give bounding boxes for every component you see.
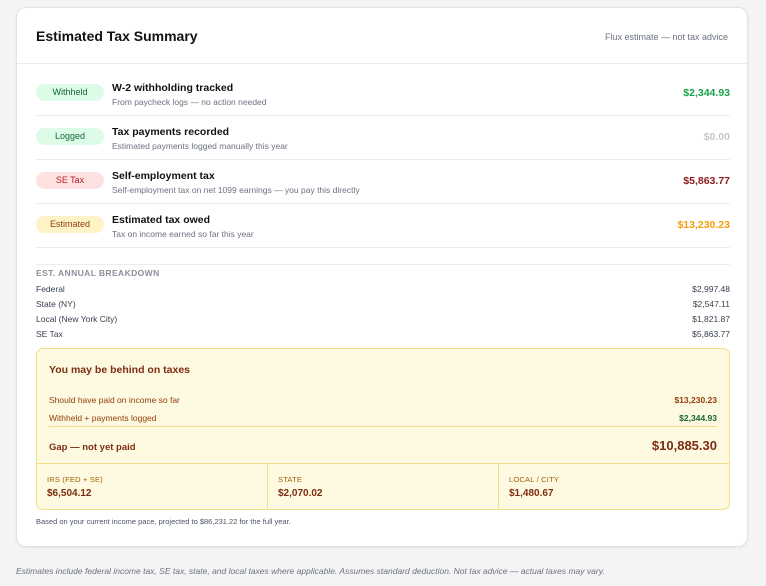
- jurisdiction-amount: $2,070.02: [278, 488, 323, 499]
- breakdown-heading: EST. ANNUAL BREAKDOWN: [36, 268, 160, 278]
- should-have-paid-row: Should have paid on income so far $13,23…: [49, 395, 717, 405]
- breakdown-amount: $2,547.11: [692, 299, 730, 309]
- tax-status-row-logged: Logged Tax payments recorded Estimated p…: [36, 116, 730, 160]
- row-title: W-2 withholding tracked: [112, 82, 234, 94]
- row-subtitle: Self-employment tax on net 1099 earnings…: [112, 185, 360, 195]
- row-subtitle: From paycheck logs — no action needed: [112, 97, 267, 107]
- tax-status-row-withheld: Withheld W-2 withholding tracked From pa…: [36, 72, 730, 116]
- section-divider: [36, 264, 730, 265]
- status-badge: Withheld: [36, 84, 104, 101]
- status-badge: Logged: [36, 128, 104, 145]
- jurisdiction-breakdown: IRS (FED + SE) $6,504.12 STATE $2,070.02…: [37, 463, 729, 510]
- tax-status-row-estimated: Estimated Estimated tax owed Tax on inco…: [36, 204, 730, 248]
- breakdown-amount: $1,821.87: [692, 314, 730, 324]
- tax-status-row-se-tax: SE Tax Self-employment tax Self-employme…: [36, 160, 730, 204]
- jurisdiction-amount: $6,504.12: [47, 488, 92, 499]
- breakdown-amount: $5,863.77: [692, 329, 730, 339]
- row-title: Self-employment tax: [112, 170, 215, 182]
- disclaimer-note: Flux estimate — not tax advice: [604, 32, 728, 42]
- jurisdiction-label: IRS (FED + SE): [47, 475, 103, 484]
- gap-label: Gap — not yet paid: [49, 442, 136, 453]
- withheld-payments-amount: $2,344.93: [679, 413, 717, 423]
- row-amount: $5,863.77: [683, 175, 730, 187]
- footer-disclaimer: Estimates include federal income tax, SE…: [16, 566, 605, 576]
- row-amount: $13,230.23: [677, 219, 730, 231]
- breakdown-row-local: Local (New York City) $1,821.87: [36, 312, 730, 327]
- should-have-paid-label: Should have paid on income so far: [49, 395, 180, 405]
- breakdown-label: Federal: [36, 284, 65, 294]
- breakdown-row-state: State (NY) $2,547.11: [36, 297, 730, 312]
- projection-note: Based on your current income pace, proje…: [36, 517, 291, 526]
- breakdown-label: State (NY): [36, 299, 76, 309]
- row-subtitle: Estimated payments logged manually this …: [112, 141, 288, 151]
- alert-divider: [49, 426, 717, 427]
- breakdown-label: SE Tax: [36, 329, 63, 339]
- should-have-paid-amount: $13,230.23: [674, 395, 717, 405]
- withheld-payments-label: Withheld + payments logged: [49, 413, 157, 423]
- breakdown-list: Federal $2,997.48 State (NY) $2,547.11 L…: [36, 282, 730, 342]
- row-subtitle: Tax on income earned so far this year: [112, 229, 254, 239]
- jurisdiction-cell-local: LOCAL / CITY $1,480.67: [499, 464, 729, 510]
- card-title: Estimated Tax Summary: [36, 28, 198, 44]
- breakdown-amount: $2,997.48: [692, 284, 730, 294]
- jurisdiction-amount: $1,480.67: [509, 488, 554, 499]
- breakdown-row-se-tax: SE Tax $5,863.77: [36, 327, 730, 342]
- jurisdiction-cell-state: STATE $2,070.02: [268, 464, 499, 510]
- jurisdiction-cell-irs: IRS (FED + SE) $6,504.12: [37, 464, 268, 510]
- card-header: Estimated Tax Summary Flux estimate — no…: [17, 8, 747, 64]
- jurisdiction-label: STATE: [278, 475, 303, 484]
- gap-amount: $10,885.30: [651, 438, 717, 453]
- row-amount: $2,344.93: [683, 87, 730, 99]
- behind-on-taxes-alert: You may be behind on taxes Should have p…: [36, 348, 730, 510]
- row-title: Estimated tax owed: [112, 214, 211, 226]
- status-badge: Estimated: [36, 216, 104, 233]
- row-amount: $0.00: [703, 131, 730, 143]
- tax-status-list: Withheld W-2 withholding tracked From pa…: [36, 72, 730, 248]
- status-badge: SE Tax: [36, 172, 104, 189]
- jurisdiction-label: LOCAL / CITY: [509, 475, 560, 484]
- alert-title: You may be behind on taxes: [49, 364, 191, 376]
- breakdown-row-federal: Federal $2,997.48: [36, 282, 730, 297]
- row-title: Tax payments recorded: [112, 126, 230, 138]
- breakdown-label: Local (New York City): [36, 314, 118, 324]
- tax-summary-card: Estimated Tax Summary Flux estimate — no…: [16, 7, 748, 547]
- withheld-payments-row: Withheld + payments logged $2,344.93: [49, 413, 717, 423]
